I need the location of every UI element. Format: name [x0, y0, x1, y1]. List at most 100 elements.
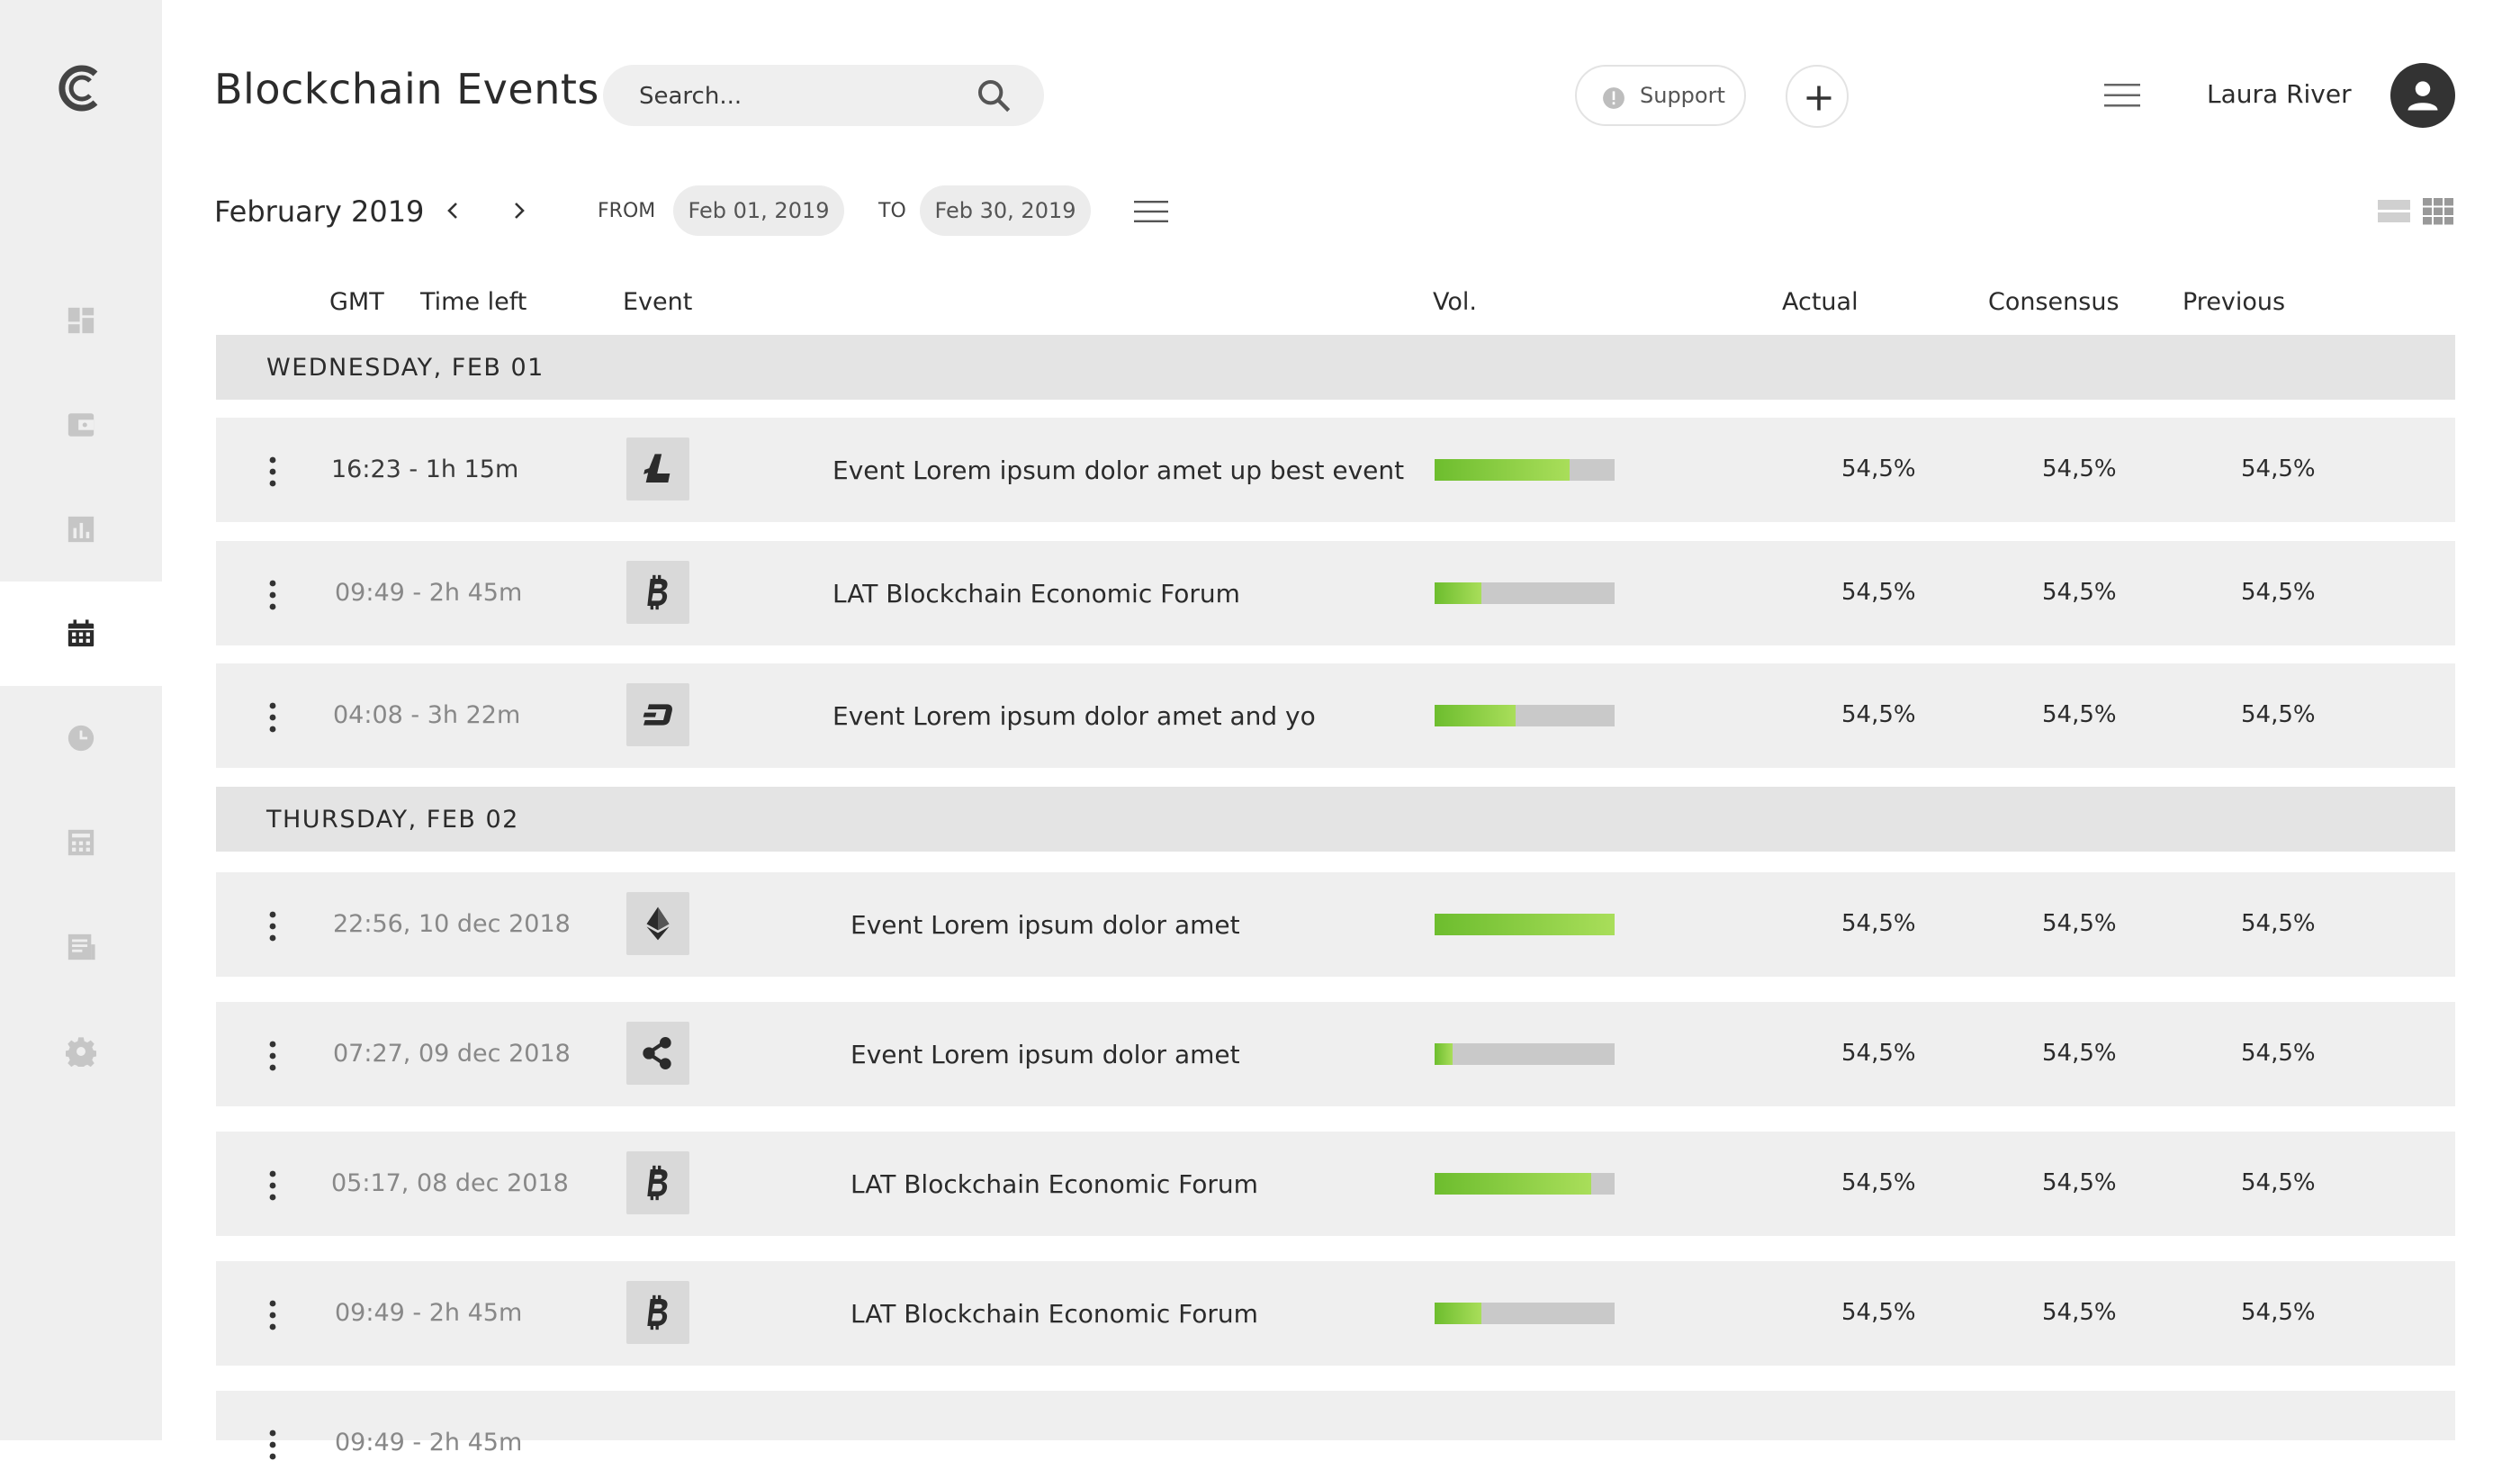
actual-value: 54,5% — [1841, 579, 1916, 606]
previous-value: 54,5% — [2241, 701, 2316, 728]
from-date-field[interactable]: Feb 01, 2019 — [673, 185, 844, 236]
calculator-icon — [68, 829, 94, 856]
litecoin-icon — [644, 454, 670, 482]
event-name[interactable]: LAT Blockchain Economic Forum — [850, 1169, 1258, 1199]
table-row[interactable]: 09:49 - 2h 45m — [216, 1391, 2455, 1460]
bar-chart-icon — [68, 516, 94, 543]
volume-fill — [1435, 582, 1481, 604]
current-month: February 2019 — [214, 194, 425, 229]
table-row[interactable]: 05:17, 08 dec 2018 LAT Blockchain Econom… — [216, 1132, 2455, 1236]
event-name[interactable]: LAT Blockchain Economic Forum — [832, 579, 1240, 609]
to-label: TO — [878, 200, 906, 222]
sidebar-item-dashboard[interactable] — [0, 268, 162, 373]
volume-bar — [1435, 1043, 1615, 1065]
event-time: 07:27, 09 dec 2018 — [333, 1040, 571, 1068]
event-name[interactable]: Event Lorem ipsum dolor amet — [850, 910, 1240, 940]
more-options-icon[interactable] — [266, 455, 279, 488]
coin-badge — [626, 1281, 689, 1344]
plus-icon — [1806, 86, 1832, 111]
actual-value: 54,5% — [1841, 1040, 1916, 1067]
table-row[interactable]: 09:49 - 2h 45m LAT Blockchain Economic F… — [216, 1261, 2455, 1366]
consensus-value: 54,5% — [2042, 1299, 2117, 1326]
actual-value: 54,5% — [1841, 1299, 1916, 1326]
sidebar-item-history[interactable] — [0, 686, 162, 790]
consensus-value: 54,5% — [2042, 455, 2117, 482]
coin-badge — [626, 561, 689, 624]
previous-value: 54,5% — [2241, 579, 2316, 606]
grid-view-icon[interactable] — [2423, 198, 2453, 225]
column-header-consensus[interactable]: Consensus — [1988, 288, 2120, 316]
calendar-icon — [68, 619, 94, 647]
logo-icon[interactable] — [56, 61, 106, 115]
column-header-gmt[interactable]: GMT — [329, 288, 384, 316]
sidebar-item-analytics[interactable] — [0, 477, 162, 582]
search-icon[interactable] — [976, 77, 1012, 113]
table-row[interactable]: 16:23 - 1h 15m Event Lorem ipsum dolor a… — [216, 418, 2455, 522]
consensus-value: 54,5% — [2042, 910, 2117, 937]
more-options-icon[interactable] — [266, 701, 279, 734]
column-header-event[interactable]: Event — [623, 288, 692, 316]
support-button[interactable]: Support — [1575, 65, 1746, 126]
search-input[interactable]: Search... — [603, 65, 1044, 126]
consensus-value: 54,5% — [2042, 1040, 2117, 1067]
sidebar-item-calculator[interactable] — [0, 790, 162, 895]
info-icon — [1603, 87, 1624, 109]
dash-icon — [643, 704, 672, 726]
chevron-left-icon[interactable] — [443, 200, 464, 221]
more-options-icon[interactable] — [266, 1169, 279, 1202]
more-options-icon[interactable] — [266, 1299, 279, 1331]
column-header-previous[interactable]: Previous — [2182, 288, 2285, 316]
actual-value: 54,5% — [1841, 455, 1916, 482]
volume-bar — [1435, 914, 1615, 935]
table-row[interactable]: 04:08 - 3h 22m Event Lorem ipsum dolor a… — [216, 663, 2455, 768]
column-header-vol[interactable]: Vol. — [1433, 288, 1477, 316]
bitcoin-icon — [647, 1165, 668, 1201]
column-header-time-left[interactable]: Time left — [420, 288, 526, 316]
bitcoin-icon — [647, 1294, 668, 1330]
user-name[interactable]: Laura River — [2207, 79, 2352, 109]
more-options-icon[interactable] — [266, 910, 279, 942]
filter-menu-icon[interactable] — [1134, 200, 1168, 223]
list-view-icon[interactable] — [2378, 200, 2410, 223]
news-icon — [68, 933, 95, 960]
to-date-field[interactable]: Feb 30, 2019 — [920, 185, 1091, 236]
add-event-button[interactable] — [1786, 65, 1849, 128]
more-options-icon[interactable] — [266, 1040, 279, 1072]
volume-fill — [1435, 914, 1615, 935]
menu-icon[interactable] — [2104, 83, 2140, 108]
sidebar-item-news[interactable] — [0, 895, 162, 999]
table-row[interactable]: 09:49 - 2h 45m LAT Blockchain Economic F… — [216, 541, 2455, 645]
table-row[interactable]: 07:27, 09 dec 2018 Event Lorem ipsum dol… — [216, 1002, 2455, 1106]
event-name[interactable]: Event Lorem ipsum dolor amet — [850, 1040, 1240, 1069]
more-options-icon[interactable] — [266, 1429, 279, 1461]
more-options-icon[interactable] — [266, 579, 279, 611]
from-label: FROM — [598, 200, 656, 222]
table-row[interactable]: 22:56, 10 dec 2018 Event Lorem ipsum dol… — [216, 872, 2455, 977]
coin-badge — [626, 1022, 689, 1085]
wallet-icon — [68, 413, 94, 437]
bitcoin-icon — [647, 574, 668, 610]
consensus-value: 54,5% — [2042, 701, 2117, 728]
sidebar-item-wallet[interactable] — [0, 373, 162, 477]
previous-value: 54,5% — [2241, 1169, 2316, 1196]
volume-fill — [1435, 1303, 1481, 1324]
event-name[interactable]: LAT Blockchain Economic Forum — [850, 1299, 1258, 1329]
chevron-right-icon[interactable] — [508, 200, 529, 221]
event-time: 09:49 - 2h 45m — [335, 1429, 523, 1456]
ethereum-icon — [646, 906, 670, 941]
sidebar-item-calendar[interactable] — [0, 582, 162, 686]
event-name[interactable]: Event Lorem ipsum dolor amet and yo — [832, 701, 1316, 731]
consensus-value: 54,5% — [2042, 1169, 2117, 1196]
avatar[interactable] — [2390, 63, 2455, 128]
dashboard-icon — [68, 307, 94, 334]
event-name[interactable]: Event Lorem ipsum dolor amet up best eve… — [832, 455, 1404, 485]
sidebar-item-settings[interactable] — [0, 999, 162, 1104]
actual-value: 54,5% — [1841, 1169, 1916, 1196]
volume-fill — [1435, 1173, 1591, 1195]
column-header-actual[interactable]: Actual — [1782, 288, 1858, 316]
ripple-icon — [643, 1037, 671, 1069]
gear-icon — [66, 1037, 96, 1067]
user-icon — [2408, 81, 2438, 111]
volume-bar — [1435, 1173, 1615, 1195]
volume-bar — [1435, 705, 1615, 726]
